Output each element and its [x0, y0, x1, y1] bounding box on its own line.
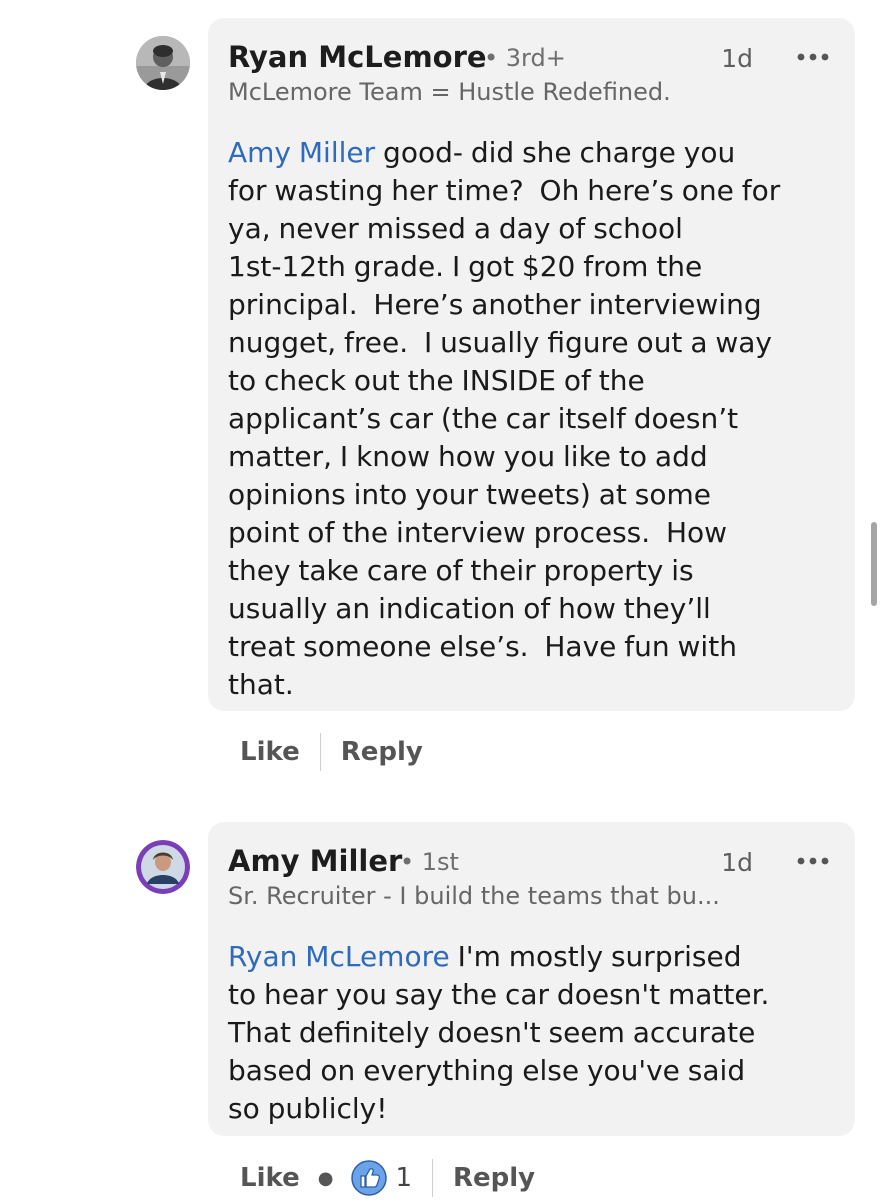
separator-dot: ●	[317, 1167, 334, 1189]
author-headline: Sr. Recruiter - I build the teams that b…	[228, 882, 720, 910]
comment-bubble: Ryan McLemore • 3rd+ 1d McLemore Team = …	[208, 18, 855, 711]
mention-link[interactable]: Ryan McLemore	[228, 940, 450, 973]
author-name[interactable]: Amy Miller	[228, 844, 402, 878]
connection-degree: • 1st	[400, 848, 459, 876]
author-name[interactable]: Ryan McLemore	[228, 40, 487, 74]
thumbs-up-icon[interactable]	[351, 1160, 388, 1196]
reaction-count[interactable]: 1	[395, 1163, 412, 1193]
avatar-ryan-mclemore[interactable]	[136, 36, 190, 90]
like-button[interactable]: Like	[240, 1163, 300, 1193]
comment-body: good- did she charge you for wasting her…	[228, 136, 781, 701]
reply-button[interactable]: Reply	[453, 1163, 535, 1193]
comment-time: 1d	[721, 848, 753, 877]
avatar-amy-miller[interactable]	[136, 840, 190, 894]
author-headline: McLemore Team = Hustle Redefined.	[228, 78, 671, 106]
comment-actions: Like ● 1 Reply	[240, 1158, 535, 1198]
mention-link[interactable]: Amy Miller	[228, 136, 375, 169]
scrollbar-thumb[interactable]	[871, 522, 877, 606]
action-divider	[431, 1159, 433, 1197]
like-button[interactable]: Like	[240, 737, 300, 767]
more-horizontal-icon[interactable]	[793, 42, 833, 72]
comment-time: 1d	[721, 44, 753, 73]
action-divider	[319, 733, 321, 771]
reply-button[interactable]: Reply	[341, 737, 423, 767]
more-horizontal-icon[interactable]	[793, 846, 833, 876]
comment-text: Amy Miller good- did she charge you for …	[228, 134, 835, 704]
comment-bubble: Amy Miller • 1st 1d Sr. Recruiter - I bu…	[208, 822, 855, 1136]
comment-actions: Like Reply	[240, 732, 423, 772]
comment-text: Ryan McLemore I'm mostly surprised to he…	[228, 938, 835, 1128]
connection-degree: • 3rd+	[484, 44, 566, 72]
